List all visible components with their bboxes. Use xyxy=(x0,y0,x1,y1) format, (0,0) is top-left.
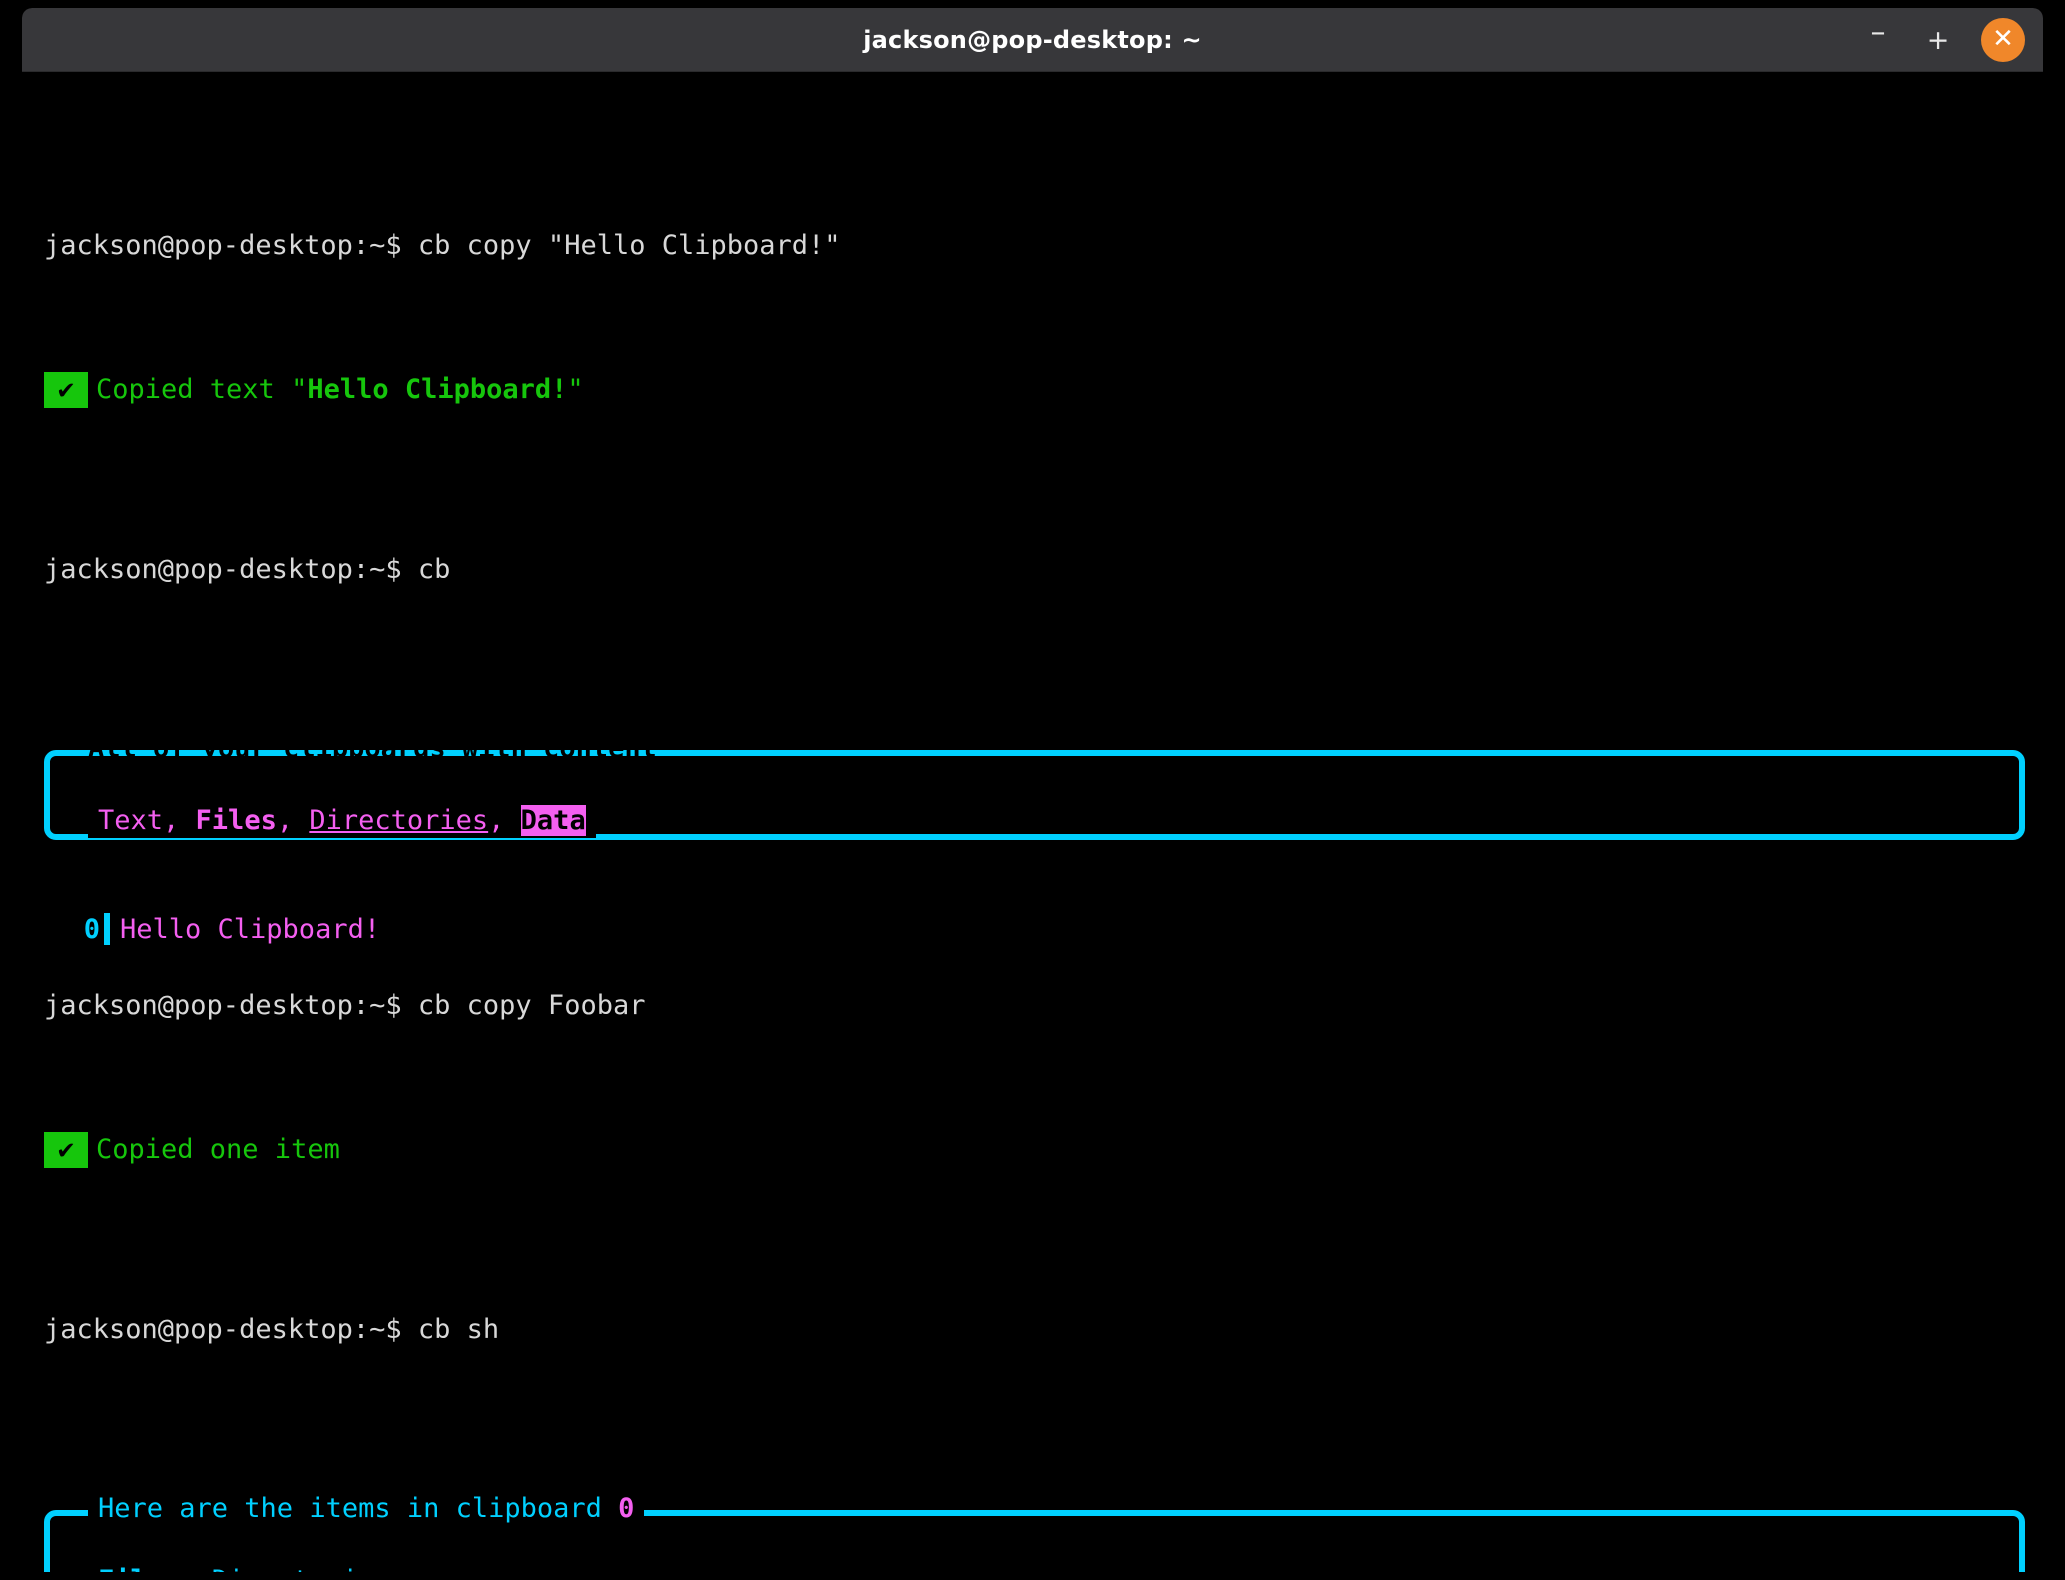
close-button[interactable]: ✕ xyxy=(1981,18,2025,62)
result-text: Copied text " xyxy=(96,374,307,405)
terminal-line: ✔ Copied text "Hello Clipboard!" xyxy=(22,372,2043,408)
separator: , xyxy=(277,805,310,836)
result-text: Copied one item xyxy=(96,1134,340,1165)
shell-prompt: jackson@pop-desktop:~$ xyxy=(44,990,402,1021)
terminal-line: jackson@pop-desktop:~$ cb sh xyxy=(22,1312,2043,1348)
type-directories: Directories xyxy=(309,805,488,836)
shell-prompt: jackson@pop-desktop:~$ xyxy=(44,554,402,585)
box-footer: Text, Files, Directories, Data xyxy=(88,804,596,838)
type-files: Files xyxy=(98,1565,179,1572)
terminal-line: jackson@pop-desktop:~$ cb xyxy=(22,552,2043,588)
box-title-index: 0 xyxy=(618,1493,634,1524)
shell-prompt: jackson@pop-desktop:~$ xyxy=(44,1314,402,1345)
clipboards-box: All of your clipboards with content 0Hel… xyxy=(22,732,2043,840)
type-directories: Directories xyxy=(212,1565,391,1572)
type-text: Text xyxy=(98,805,163,836)
window-controls: – + ✕ xyxy=(1861,8,2025,72)
result-text-suffix: " xyxy=(567,374,583,405)
window-title: jackson@pop-desktop: ~ xyxy=(863,26,1202,54)
terminal-line: jackson@pop-desktop:~$ cb copy Foobar xyxy=(22,988,2043,1024)
clipboard-content: Hello Clipboard! xyxy=(120,914,380,945)
minimize-button[interactable]: – xyxy=(1861,23,1895,57)
window-titlebar[interactable]: jackson@pop-desktop: ~ – + ✕ xyxy=(22,8,2043,72)
command-text: cb copy Foobar xyxy=(418,990,646,1021)
separator: , xyxy=(179,1565,212,1572)
terminal-line: jackson@pop-desktop:~$ cb copy "Hello Cl… xyxy=(22,228,2043,264)
clipboard-entry-row: 0 Hello Clipboard! xyxy=(22,912,2043,948)
box-title-text: Here are the items in clipboard xyxy=(98,1493,618,1524)
separator: , xyxy=(488,805,521,836)
box-title: All of your clipboards with content xyxy=(88,732,657,766)
box-footer: Files, Directories xyxy=(88,1564,401,1572)
clipboard-index: 0 xyxy=(44,912,100,948)
shell-prompt: jackson@pop-desktop:~$ xyxy=(44,230,402,261)
type-data: Data xyxy=(521,805,586,836)
command-text: cb copy "Hello Clipboard!" xyxy=(418,230,841,261)
success-badge-icon: ✔ xyxy=(44,1132,88,1168)
terminal-window: jackson@pop-desktop: ~ – + ✕ jackson@pop… xyxy=(22,8,2043,1572)
result-value: Hello Clipboard! xyxy=(307,374,567,405)
separator: , xyxy=(163,805,196,836)
box-title: Here are the items in clipboard 0 xyxy=(88,1492,644,1526)
command-text: cb xyxy=(418,554,451,585)
divider xyxy=(104,913,110,945)
show-items-box: Here are the items in clipboard 0 Foobar… xyxy=(22,1492,2043,1572)
terminal-output[interactable]: jackson@pop-desktop:~$ cb copy "Hello Cl… xyxy=(22,72,2043,1572)
type-files: Files xyxy=(196,805,277,836)
success-badge-icon: ✔ xyxy=(44,372,88,408)
terminal-line: ✔ Copied one item xyxy=(22,1132,2043,1168)
maximize-button[interactable]: + xyxy=(1921,23,1955,57)
command-text: cb sh xyxy=(418,1314,499,1345)
